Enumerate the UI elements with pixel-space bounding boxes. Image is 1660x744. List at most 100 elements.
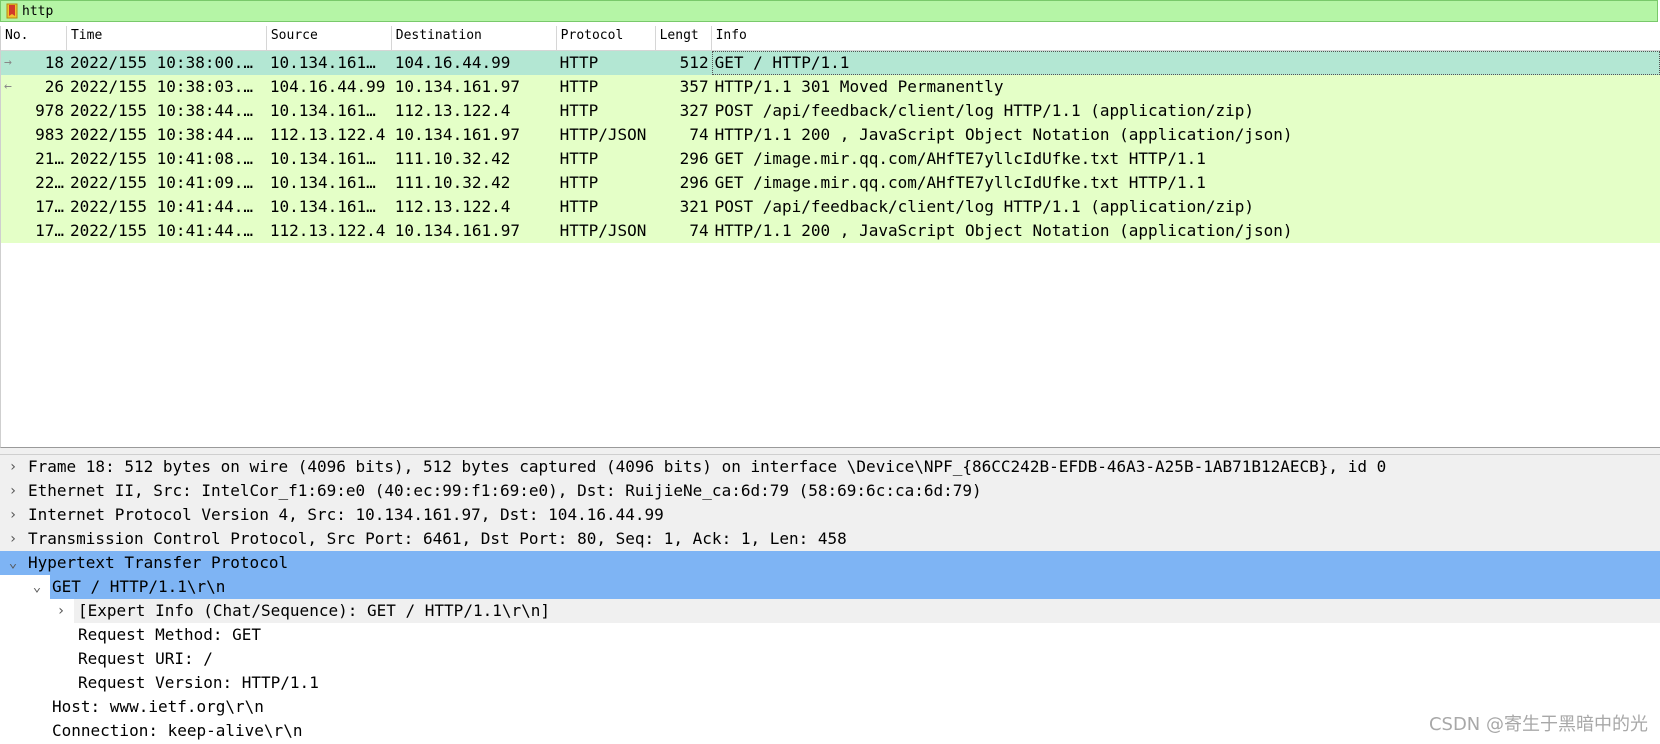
packet-destination: 10.134.161.97 [394,77,520,96]
packet-time: 2022/155 10:41:08.… [69,149,253,168]
packet-destination: 111.10.32.42 [394,173,511,192]
packet-info: HTTP/1.1 200 , JavaScript Object Notatio… [714,125,1293,144]
packet-length: 296 [679,173,709,192]
column-header-destination[interactable]: Destination [392,26,557,50]
packet-destination: 104.16.44.99 [394,53,511,72]
packet-info: HTTP/1.1 301 Moved Permanently [714,77,1004,96]
packet-protocol: HTTP/JSON [559,221,647,240]
tree-item-request-uri[interactable]: Request URI: / [0,647,1660,671]
packet-source: 112.13.122.4 [269,125,386,144]
tree-item-label: Request Method: GET [78,625,262,644]
packet-rows: → 18 2022/155 10:38:00.… 10.134.161… 104.… [1,51,1660,243]
table-row[interactable]: 17… 2022/155 10:41:44.… 112.13.122.4 10.… [1,219,1660,243]
tree-item-ethernet[interactable]: › Ethernet II, Src: IntelCor_f1:69:e0 (4… [0,479,1660,503]
packet-length: 512 [679,53,709,72]
packet-time: 2022/155 10:38:44.… [69,101,253,120]
packet-source: 10.134.161… [269,197,376,216]
bookmark-icon[interactable] [6,3,18,19]
column-header-source[interactable]: Source [267,26,392,50]
tree-item-label: Request Version: HTTP/1.1 [78,673,319,692]
packet-destination: 111.10.32.42 [394,149,511,168]
packet-source: 10.134.161… [269,173,376,192]
packet-details-tree: › Frame 18: 512 bytes on wire (4096 bits… [0,455,1660,744]
packet-info: POST /api/feedback/client/log HTTP/1.1 (… [714,101,1255,120]
column-header-info[interactable]: Info [712,26,1660,50]
tree-item-label: Transmission Control Protocol, Src Port:… [28,529,847,548]
tree-item-label: Hypertext Transfer Protocol [28,553,289,572]
tree-item-label: [Expert Info (Chat/Sequence): GET / HTTP… [78,601,551,620]
tree-item-request-method[interactable]: Request Method: GET [0,623,1660,647]
packet-protocol: HTTP/JSON [559,125,647,144]
tree-item-label: GET / HTTP/1.1\r\n [52,577,226,596]
packet-time: 2022/155 10:38:03.… [69,77,253,96]
table-row[interactable]: 22… 2022/155 10:41:09.… 10.134.161… 111.… [1,171,1660,195]
packet-length: 74 [689,125,709,144]
tree-item-request-version[interactable]: Request Version: HTTP/1.1 [0,671,1660,695]
packet-time: 2022/155 10:41:09.… [69,173,253,192]
tree-item-label: Ethernet II, Src: IntelCor_f1:69:e0 (40:… [28,481,982,500]
tree-item-frame[interactable]: › Frame 18: 512 bytes on wire (4096 bits… [0,455,1660,479]
tree-item-label: Host: www.ietf.org\r\n [52,697,264,716]
packet-info: HTTP/1.1 200 , JavaScript Object Notatio… [714,221,1293,240]
packet-protocol: HTTP [559,149,599,168]
watermark: CSDN @寄生于黑暗中的光 [1428,714,1648,735]
packet-destination: 112.13.122.4 [394,101,511,120]
packet-no: 978 [35,101,64,120]
chevron-down-icon[interactable]: ⌄ [6,551,20,575]
packet-time: 2022/155 10:41:44.… [69,197,253,216]
packet-no: 22… [35,173,64,192]
packet-list: No. Time Source Destination Protocol Len… [0,26,1660,448]
tree-item-label: Connection: keep-alive\r\n [52,721,303,740]
chevron-right-icon[interactable]: › [54,599,68,623]
chevron-down-icon[interactable]: ⌄ [30,575,44,599]
table-row[interactable]: 983 2022/155 10:38:44.… 112.13.122.4 10.… [1,123,1660,147]
request-arrow-icon: → [4,55,12,70]
packet-source: 104.16.44.99 [269,77,386,96]
display-filter-input[interactable] [18,2,1622,20]
display-filter-bar [0,0,1658,22]
packet-no: 21… [35,149,64,168]
chevron-right-icon[interactable]: › [6,479,20,503]
column-header-time[interactable]: Time [67,26,267,50]
tree-item-label: Frame 18: 512 bytes on wire (4096 bits),… [28,457,1387,476]
tree-item-ipv4[interactable]: › Internet Protocol Version 4, Src: 10.1… [0,503,1660,527]
packet-no: 17… [35,221,64,240]
packet-info: GET /image.mir.qq.com/AHfTE7yllcIdUfke.t… [714,149,1206,168]
packet-no: 17… [35,197,64,216]
response-arrow-icon: ← [4,79,12,94]
packet-info: GET / HTTP/1.1 [711,51,1660,75]
column-header-no[interactable]: No. [1,26,67,50]
packet-time: 2022/155 10:38:00.… [69,53,253,72]
packet-protocol: HTTP [559,173,599,192]
chevron-right-icon[interactable]: › [6,455,20,479]
column-header-protocol[interactable]: Protocol [557,26,656,50]
packet-destination: 10.134.161.97 [394,125,520,144]
table-row[interactable]: 17… 2022/155 10:41:44.… 10.134.161… 112.… [1,195,1660,219]
tree-item-request-line[interactable]: ⌄ GET / HTTP/1.1\r\n [0,575,1660,599]
tree-item-host[interactable]: Host: www.ietf.org\r\n [0,695,1660,719]
table-row[interactable]: → 18 2022/155 10:38:00.… 10.134.161… 104.… [1,51,1660,75]
tree-item-http[interactable]: ⌄ Hypertext Transfer Protocol [0,551,1660,575]
pane-splitter[interactable] [0,448,1660,455]
tree-item-label: Request URI: / [78,649,213,668]
packet-list-header: No. Time Source Destination Protocol Len… [1,26,1660,51]
column-header-length[interactable]: Lengt [656,26,712,50]
packet-info: GET /image.mir.qq.com/AHfTE7yllcIdUfke.t… [714,173,1206,192]
packet-destination: 10.134.161.97 [394,221,520,240]
table-row[interactable]: ← 26 2022/155 10:38:03.… 104.16.44.99 10.… [1,75,1660,99]
chevron-right-icon[interactable]: › [6,527,20,551]
packet-length: 74 [689,221,709,240]
packet-info: POST /api/feedback/client/log HTTP/1.1 (… [714,197,1255,216]
table-row[interactable]: 978 2022/155 10:38:44.… 10.134.161… 112.… [1,99,1660,123]
packet-no: 18 [44,53,64,72]
tree-item-expert-info[interactable]: › [Expert Info (Chat/Sequence): GET / HT… [0,599,1660,623]
packet-length: 327 [679,101,709,120]
tree-item-label: Internet Protocol Version 4, Src: 10.134… [28,505,664,524]
packet-protocol: HTTP [559,77,599,96]
chevron-right-icon[interactable]: › [6,503,20,527]
tree-item-connection[interactable]: Connection: keep-alive\r\n [0,719,1660,743]
table-row[interactable]: 21… 2022/155 10:41:08.… 10.134.161… 111.… [1,147,1660,171]
tree-item-highlight [50,575,1660,599]
tree-item-tcp[interactable]: › Transmission Control Protocol, Src Por… [0,527,1660,551]
packet-length: 357 [679,77,709,96]
